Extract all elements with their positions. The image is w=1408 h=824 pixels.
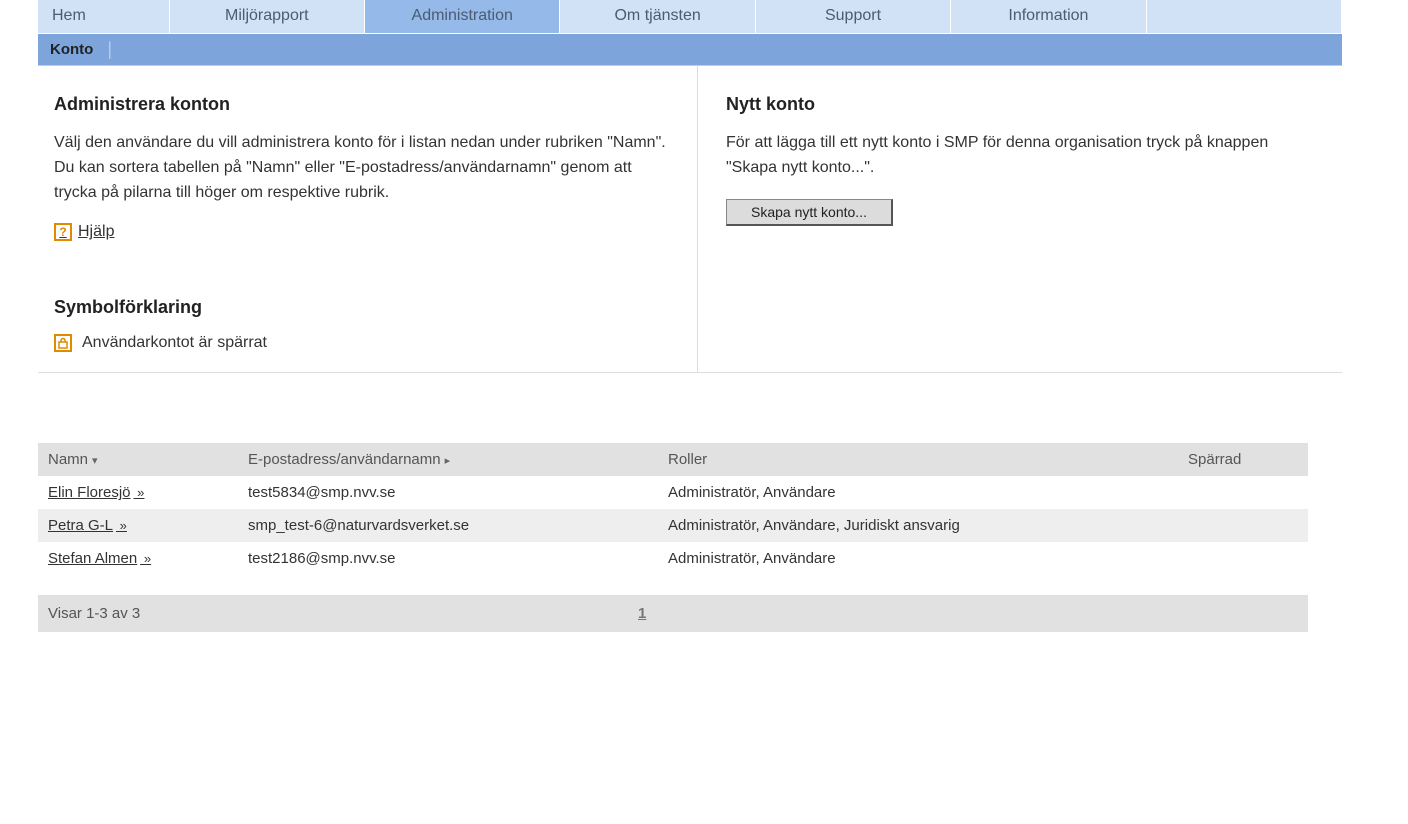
table-row: Stefan Almen » test2186@smp.nvv.se Admin… (38, 542, 1308, 575)
col-header-locked: Spärrad (1178, 443, 1308, 476)
cell-roles: Administratör, Användare (658, 542, 1178, 575)
heading-administrera-konton: Administrera konton (54, 94, 677, 115)
heading-symbolforklaring: Symbolförklaring (54, 297, 677, 318)
help-link-label: Hjälp (78, 223, 114, 241)
lock-icon (54, 334, 72, 352)
pager-page-1[interactable]: 1 (638, 605, 646, 622)
tab-information[interactable]: Information (951, 0, 1146, 33)
tab-om-tjansten[interactable]: Om tjänsten (560, 0, 755, 33)
cell-roles: Administratör, Användare (658, 476, 1178, 509)
subnav-item-konto[interactable]: Konto (50, 41, 93, 58)
intro-paragraph: Välj den användare du vill administrera … (54, 131, 677, 205)
pager: Visar 1-3 av 3 1 (38, 595, 1308, 632)
table-row: Petra G-L » smp_test-6@naturvardsverket.… (38, 509, 1308, 542)
help-icon: ? (54, 223, 72, 241)
cell-locked (1178, 509, 1308, 542)
chevron-right-icon: » (140, 551, 151, 566)
sort-down-icon: ▾ (92, 455, 98, 467)
user-link[interactable]: Elin Floresjö » (48, 484, 144, 501)
col-header-email[interactable]: E-postadress/användarnamn▸ (238, 443, 658, 476)
heading-nytt-konto: Nytt konto (726, 94, 1322, 115)
cell-roles: Administratör, Användare, Juridiskt ansv… (658, 509, 1178, 542)
tab-blank (1147, 0, 1342, 33)
create-account-button[interactable]: Skapa nytt konto... (726, 199, 893, 226)
tab-support[interactable]: Support (756, 0, 951, 33)
nytt-konto-paragraph: För att lägga till ett nytt konto i SMP … (726, 131, 1322, 181)
subnav-divider: | (107, 40, 112, 58)
tab-hem[interactable]: Hem (38, 0, 170, 33)
col-header-roles: Roller (658, 443, 1178, 476)
accounts-table: Namn▾ E-postadress/användarnamn▸ Roller … (38, 443, 1308, 575)
table-row: Elin Floresjö » test5834@smp.nvv.se Admi… (38, 476, 1308, 509)
cell-locked (1178, 542, 1308, 575)
sub-nav: Konto | (38, 34, 1342, 66)
tab-administration[interactable]: Administration (365, 0, 560, 33)
sort-right-icon: ▸ (445, 455, 451, 467)
cell-email: test5834@smp.nvv.se (238, 476, 658, 509)
tab-miljorapport[interactable]: Miljörapport (170, 0, 365, 33)
chevron-right-icon: » (116, 518, 127, 533)
main-tab-nav: Hem Miljörapport Administration Om tjäns… (38, 0, 1342, 34)
cell-email: smp_test-6@naturvardsverket.se (238, 509, 658, 542)
pager-count: Visar 1-3 av 3 (48, 605, 638, 622)
col-header-name[interactable]: Namn▾ (38, 443, 238, 476)
cell-email: test2186@smp.nvv.se (238, 542, 658, 575)
user-link[interactable]: Stefan Almen » (48, 550, 151, 567)
chevron-right-icon: » (134, 485, 145, 500)
help-link[interactable]: ? Hjälp (54, 223, 114, 241)
cell-locked (1178, 476, 1308, 509)
user-link[interactable]: Petra G-L » (48, 517, 127, 534)
legend-text: Användarkontot är spärrat (82, 334, 267, 352)
